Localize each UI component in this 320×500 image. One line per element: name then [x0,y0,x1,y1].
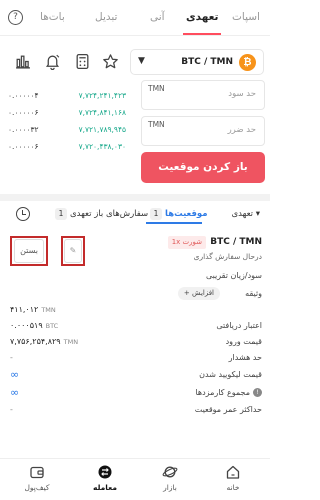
top-tab-bar: ? بات‌ها تبدیل آنی تعهدی اسپات [0,0,270,36]
highlight-box [10,236,48,266]
nav-home[interactable]: خانه [208,464,258,492]
order-book: ۰.۰۰۰۰۰۴ ۷,۷۲۴,۲۴۱,۴۲۳ ۰.۰۰۰۰۰۶ ۷,۷۲۴,۸۴… [6,88,126,156]
detail-row: سود/زیان تقریبی [10,271,262,285]
stop-loss-unit: TMN [148,120,165,129]
order-amount: ۰.۰۰۰۰۰۶ [8,142,39,151]
tab-convert[interactable]: تبدیل [95,11,117,23]
order-book-row[interactable]: ۰.۰۰۰۰۰۶ ۷,۷۲۰,۴۳۸,۰۳۰ [6,139,126,156]
pair-selector[interactable]: ▼ BTC / TMN ₿ [130,49,264,75]
toolbar [8,46,128,78]
detail-value: ∞ [10,386,20,399]
star-icon[interactable] [102,53,119,70]
position-status: درحال سفارش گذاری [193,252,262,261]
order-book-row[interactable]: ۰.۰۰۰۰۳۲ ۷,۷۲۱,۷۸۹,۹۴۵ [6,122,126,139]
detail-key: وثیقه [245,289,262,298]
detail-row: حد هشدار - [10,353,262,367]
stop-loss-field[interactable]: TMN حد ضرر [141,116,265,146]
pair-label: BTC / TMN [181,57,233,67]
detail-key: حداکثر عمر موقعیت [194,405,262,414]
detail-value: - [10,353,13,362]
detail-key: قیمت ورود [225,337,262,346]
nav-wallet[interactable]: کیف‌پول [12,464,62,492]
position-pair: BTC / TMN [210,237,262,247]
detail-key: قیمت لیکویید شدن [199,370,262,379]
tab-instant[interactable]: آنی [150,11,165,23]
take-profit-field[interactable]: TMN حد سود [141,80,265,110]
highlight-box [61,236,85,266]
order-amount: ۰.۰۰۰۰۰۶ [8,108,39,117]
bell-icon[interactable] [44,53,61,70]
position-title: BTC / TMN 1x شورت [142,236,262,250]
order-book-row[interactable]: ۰.۰۰۰۰۰۶ ۷,۷۲۴,۸۴۱,۱۶۸ [6,105,126,122]
history-icon[interactable] [16,207,30,221]
active-tab-indicator [183,33,221,35]
detail-row: قیمت لیکویید شدن ∞ [10,368,262,384]
info-icon[interactable]: ! [253,388,262,397]
bottom-nav: کیف‌پول معامله بازار خانه [0,458,270,500]
order-amount: ۰.۰۰۰۰۳۲ [8,125,39,134]
active-tab-indicator [146,222,202,224]
tab-margin[interactable]: تعهدی [186,11,219,23]
order-price: ۷,۷۲۴,۸۴۱,۱۶۸ [78,108,126,117]
nav-trade[interactable]: معامله [80,464,130,492]
tab-open-orders[interactable]: سفارش‌های باز تعهدی [70,209,148,219]
stop-loss-placeholder: حد ضرر [227,125,256,135]
detail-row: مجموع کارمزدها! ∞ [10,386,262,402]
take-profit-placeholder: حد سود [228,89,256,99]
open-position-button[interactable]: باز کردن موقعیت [141,152,265,183]
detail-key: مجموع کارمزدها! [195,388,262,397]
leverage-badge: 1x شورت [167,236,206,249]
order-price: ۷,۷۲۰,۴۳۸,۰۳۰ [78,142,126,151]
detail-key: سود/زیان تقریبی [205,271,262,280]
detail-value: ۷,۷۵۶,۲۵۴,۸۲۹ TMN [10,337,79,346]
calculator-icon[interactable] [74,53,91,70]
nav-market[interactable]: بازار [145,464,195,492]
order-amount: ۰.۰۰۰۰۰۴ [8,91,39,100]
detail-row: حداکثر عمر موقعیت - [10,405,262,419]
detail-row: ۴۱۱,۰۱۲ TMN [10,305,262,319]
open-orders-count: 1 [55,208,67,220]
detail-row: وثیقه + افزایش [10,287,262,303]
detail-key: اعتبار دریافتی [216,321,262,330]
margin-filter-dropdown[interactable]: تعهدی ▾ [232,209,260,219]
tab-bots[interactable]: بات‌ها [40,11,65,23]
tab-spot[interactable]: اسپات [232,11,260,23]
home-icon [226,465,240,479]
order-price: ۷,۷۲۴,۲۴۱,۴۲۳ [78,91,126,100]
chart-icon[interactable] [14,53,31,70]
bitcoin-icon: ₿ [239,54,256,71]
order-price: ۷,۷۲۱,۷۸۹,۹۴۵ [78,125,126,134]
detail-value: ۴۱۱,۰۱۲ TMN [10,305,56,314]
orders-header: 1 سفارش‌های باز تعهدی 1 موقعیت‌ها تعهدی … [0,204,270,226]
positions-count: 1 [150,208,162,220]
wallet-icon [30,466,44,479]
tab-positions[interactable]: موقعیت‌ها [165,209,208,219]
detail-value: ∞ [10,368,20,381]
increase-collateral-button[interactable]: + افزایش [177,287,220,300]
detail-row: اعتبار دریافتی ۰.۰۰۰۵۱۹ BTC [10,321,262,335]
detail-key: حد هشدار [228,353,262,362]
trade-icon [98,465,112,479]
detail-value: ۰.۰۰۰۵۱۹ BTC [10,321,59,330]
detail-value: - [10,405,13,414]
take-profit-unit: TMN [148,84,165,93]
section-divider [0,194,270,201]
detail-row: قیمت ورود ۷,۷۵۶,۲۵۴,۸۲۹ TMN [10,337,262,351]
order-book-row[interactable]: ۰.۰۰۰۰۰۴ ۷,۷۲۴,۲۴۱,۴۲۳ [6,88,126,105]
help-icon[interactable]: ? [8,10,23,25]
planet-icon [162,466,178,478]
chevron-down-icon: ▼ [138,56,145,66]
